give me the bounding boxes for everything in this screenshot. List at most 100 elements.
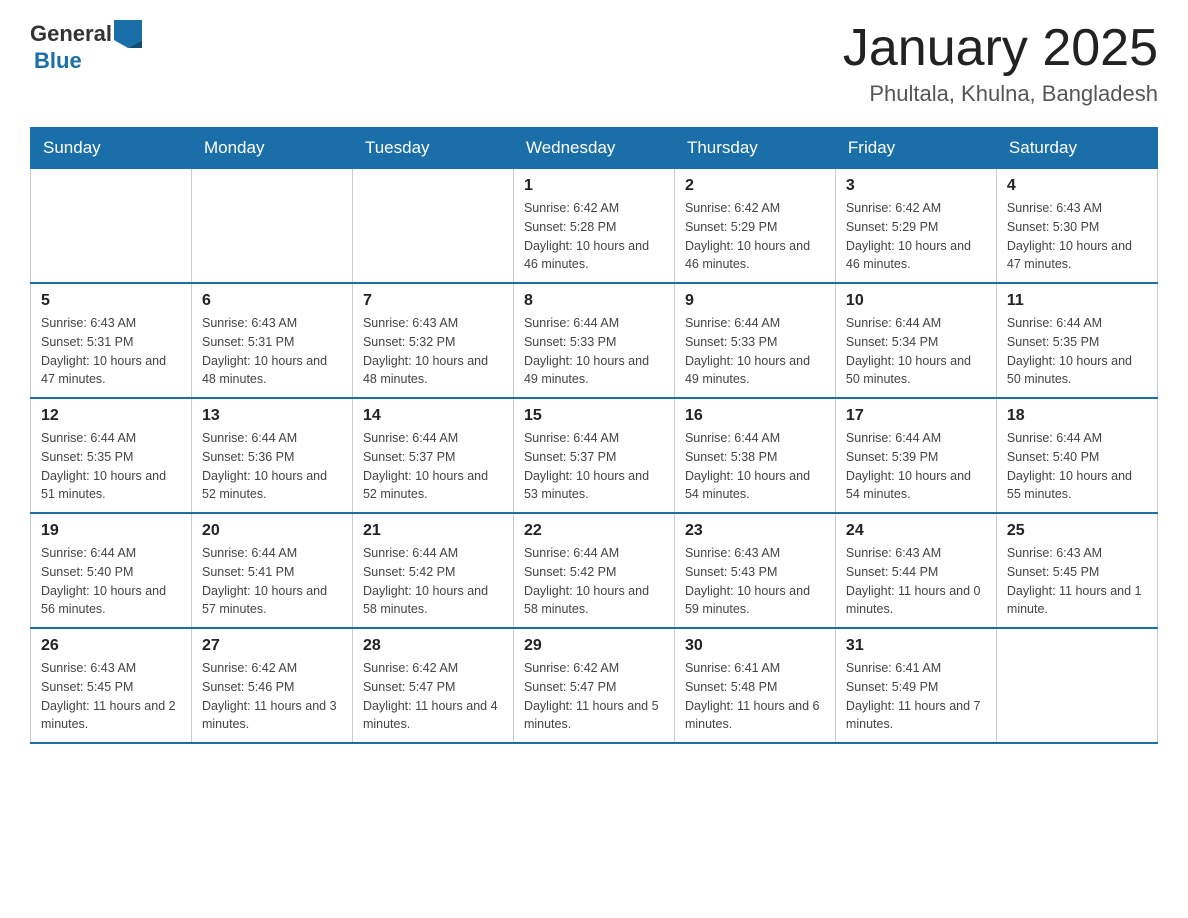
day-number: 25	[1007, 522, 1147, 540]
day-info: Sunrise: 6:44 AMSunset: 5:42 PMDaylight:…	[524, 544, 664, 619]
day-info: Sunrise: 6:44 AMSunset: 5:40 PMDaylight:…	[1007, 429, 1147, 504]
day-number: 3	[846, 177, 986, 195]
day-info: Sunrise: 6:44 AMSunset: 5:39 PMDaylight:…	[846, 429, 986, 504]
day-info: Sunrise: 6:44 AMSunset: 5:33 PMDaylight:…	[685, 314, 825, 389]
day-info: Sunrise: 6:43 AMSunset: 5:31 PMDaylight:…	[41, 314, 181, 389]
day-info: Sunrise: 6:44 AMSunset: 5:37 PMDaylight:…	[363, 429, 503, 504]
day-info: Sunrise: 6:43 AMSunset: 5:30 PMDaylight:…	[1007, 199, 1147, 274]
calendar-subtitle: Phultala, Khulna, Bangladesh	[843, 81, 1158, 107]
calendar-cell: 1Sunrise: 6:42 AMSunset: 5:28 PMDaylight…	[513, 169, 674, 284]
calendar-cell: 7Sunrise: 6:43 AMSunset: 5:32 PMDaylight…	[352, 283, 513, 398]
day-number: 14	[363, 407, 503, 425]
logo-text-general: General	[30, 21, 112, 47]
calendar-cell: 16 Sunrise: 6:44 AMSunset: 5:38 PMDayligh…	[674, 398, 835, 513]
calendar-cell: 30 Sunrise: 6:41 AMSunset: 5:48 PMDayligh…	[674, 628, 835, 743]
day-info: Sunrise: 6:44 AMSunset: 5:37 PMDaylight:…	[524, 429, 664, 504]
day-number: 12	[41, 407, 181, 425]
calendar-cell: 25 Sunrise: 6:43 AMSunset: 5:45 PMDayligh…	[996, 513, 1157, 628]
day-info: Sunrise: 6:43 AMSunset: 5:31 PMDaylight:…	[202, 314, 342, 389]
day-info: Sunrise: 6:42 AMSunset: 5:29 PMDaylight:…	[685, 199, 825, 274]
day-number: 27	[202, 637, 342, 655]
day-number: 15	[524, 407, 664, 425]
day-info: Sunrise: 6:41 AMSunset: 5:49 PMDaylight:…	[846, 659, 986, 734]
calendar-cell: 22 Sunrise: 6:44 AMSunset: 5:42 PMDayligh…	[513, 513, 674, 628]
calendar-cell: 5 Sunrise: 6:43 AMSunset: 5:31 PMDaylight…	[31, 283, 192, 398]
calendar-cell: 17 Sunrise: 6:44 AMSunset: 5:39 PMDayligh…	[835, 398, 996, 513]
calendar-cell: 24Sunrise: 6:43 AMSunset: 5:44 PMDayligh…	[835, 513, 996, 628]
calendar-cell: 27Sunrise: 6:42 AMSunset: 5:46 PMDayligh…	[191, 628, 352, 743]
header-row: SundayMondayTuesdayWednesdayThursdayFrid…	[31, 128, 1158, 169]
day-info: Sunrise: 6:42 AMSunset: 5:47 PMDaylight:…	[363, 659, 503, 734]
day-number: 4	[1007, 177, 1147, 195]
day-number: 6	[202, 292, 342, 310]
day-number: 28	[363, 637, 503, 655]
calendar-cell: 20 Sunrise: 6:44 AMSunset: 5:41 PMDayligh…	[191, 513, 352, 628]
day-number: 18	[1007, 407, 1147, 425]
calendar-cell: 23 Sunrise: 6:43 AMSunset: 5:43 PMDayligh…	[674, 513, 835, 628]
day-number: 30	[685, 637, 825, 655]
day-number: 11	[1007, 292, 1147, 310]
logo-icon	[114, 20, 142, 48]
day-number: 9	[685, 292, 825, 310]
header-day-tuesday: Tuesday	[352, 128, 513, 169]
day-number: 7	[363, 292, 503, 310]
day-info: Sunrise: 6:44 AMSunset: 5:35 PMDaylight:…	[41, 429, 181, 504]
calendar-cell: 9 Sunrise: 6:44 AMSunset: 5:33 PMDaylight…	[674, 283, 835, 398]
page-header: General Blue January 2025 Phultala, Khul…	[30, 20, 1158, 107]
calendar-cell: 10Sunrise: 6:44 AMSunset: 5:34 PMDayligh…	[835, 283, 996, 398]
day-number: 19	[41, 522, 181, 540]
day-number: 17	[846, 407, 986, 425]
day-info: Sunrise: 6:44 AMSunset: 5:42 PMDaylight:…	[363, 544, 503, 619]
day-number: 29	[524, 637, 664, 655]
day-number: 20	[202, 522, 342, 540]
header-day-monday: Monday	[191, 128, 352, 169]
calendar-table: SundayMondayTuesdayWednesdayThursdayFrid…	[30, 127, 1158, 744]
day-number: 13	[202, 407, 342, 425]
day-number: 16	[685, 407, 825, 425]
day-info: Sunrise: 6:42 AMSunset: 5:29 PMDaylight:…	[846, 199, 986, 274]
calendar-cell: 13 Sunrise: 6:44 AMSunset: 5:36 PMDayligh…	[191, 398, 352, 513]
calendar-cell: 14 Sunrise: 6:44 AMSunset: 5:37 PMDayligh…	[352, 398, 513, 513]
day-info: Sunrise: 6:44 AMSunset: 5:41 PMDaylight:…	[202, 544, 342, 619]
calendar-cell	[31, 169, 192, 284]
calendar-week-1: 5 Sunrise: 6:43 AMSunset: 5:31 PMDaylight…	[31, 283, 1158, 398]
calendar-cell: 6 Sunrise: 6:43 AMSunset: 5:31 PMDaylight…	[191, 283, 352, 398]
calendar-cell: 12 Sunrise: 6:44 AMSunset: 5:35 PMDayligh…	[31, 398, 192, 513]
calendar-cell: 4 Sunrise: 6:43 AMSunset: 5:30 PMDaylight…	[996, 169, 1157, 284]
calendar-week-2: 12 Sunrise: 6:44 AMSunset: 5:35 PMDayligh…	[31, 398, 1158, 513]
calendar-cell: 11 Sunrise: 6:44 AMSunset: 5:35 PMDayligh…	[996, 283, 1157, 398]
calendar-week-0: 1Sunrise: 6:42 AMSunset: 5:28 PMDaylight…	[31, 169, 1158, 284]
day-number: 5	[41, 292, 181, 310]
calendar-cell	[996, 628, 1157, 743]
day-info: Sunrise: 6:43 AMSunset: 5:45 PMDaylight:…	[1007, 544, 1147, 619]
calendar-cell: 8Sunrise: 6:44 AMSunset: 5:33 PMDaylight…	[513, 283, 674, 398]
calendar-title: January 2025	[843, 20, 1158, 77]
calendar-week-4: 26 Sunrise: 6:43 AMSunset: 5:45 PMDayligh…	[31, 628, 1158, 743]
day-info: Sunrise: 6:41 AMSunset: 5:48 PMDaylight:…	[685, 659, 825, 734]
header-day-thursday: Thursday	[674, 128, 835, 169]
calendar-body: 1Sunrise: 6:42 AMSunset: 5:28 PMDaylight…	[31, 169, 1158, 744]
logo-text-blue: Blue	[34, 48, 82, 74]
day-number: 23	[685, 522, 825, 540]
calendar-cell	[352, 169, 513, 284]
calendar-header: SundayMondayTuesdayWednesdayThursdayFrid…	[31, 128, 1158, 169]
day-info: Sunrise: 6:43 AMSunset: 5:45 PMDaylight:…	[41, 659, 181, 734]
header-day-friday: Friday	[835, 128, 996, 169]
day-number: 2	[685, 177, 825, 195]
day-info: Sunrise: 6:44 AMSunset: 5:35 PMDaylight:…	[1007, 314, 1147, 389]
header-day-wednesday: Wednesday	[513, 128, 674, 169]
calendar-cell: 31Sunrise: 6:41 AMSunset: 5:49 PMDayligh…	[835, 628, 996, 743]
calendar-cell: 29Sunrise: 6:42 AMSunset: 5:47 PMDayligh…	[513, 628, 674, 743]
calendar-cell: 28 Sunrise: 6:42 AMSunset: 5:47 PMDayligh…	[352, 628, 513, 743]
day-info: Sunrise: 6:44 AMSunset: 5:36 PMDaylight:…	[202, 429, 342, 504]
day-number: 26	[41, 637, 181, 655]
day-info: Sunrise: 6:44 AMSunset: 5:40 PMDaylight:…	[41, 544, 181, 619]
calendar-cell: 21Sunrise: 6:44 AMSunset: 5:42 PMDayligh…	[352, 513, 513, 628]
logo: General Blue	[30, 20, 142, 74]
day-info: Sunrise: 6:43 AMSunset: 5:43 PMDaylight:…	[685, 544, 825, 619]
day-info: Sunrise: 6:42 AMSunset: 5:28 PMDaylight:…	[524, 199, 664, 274]
day-number: 10	[846, 292, 986, 310]
calendar-cell	[191, 169, 352, 284]
day-number: 22	[524, 522, 664, 540]
day-info: Sunrise: 6:44 AMSunset: 5:38 PMDaylight:…	[685, 429, 825, 504]
